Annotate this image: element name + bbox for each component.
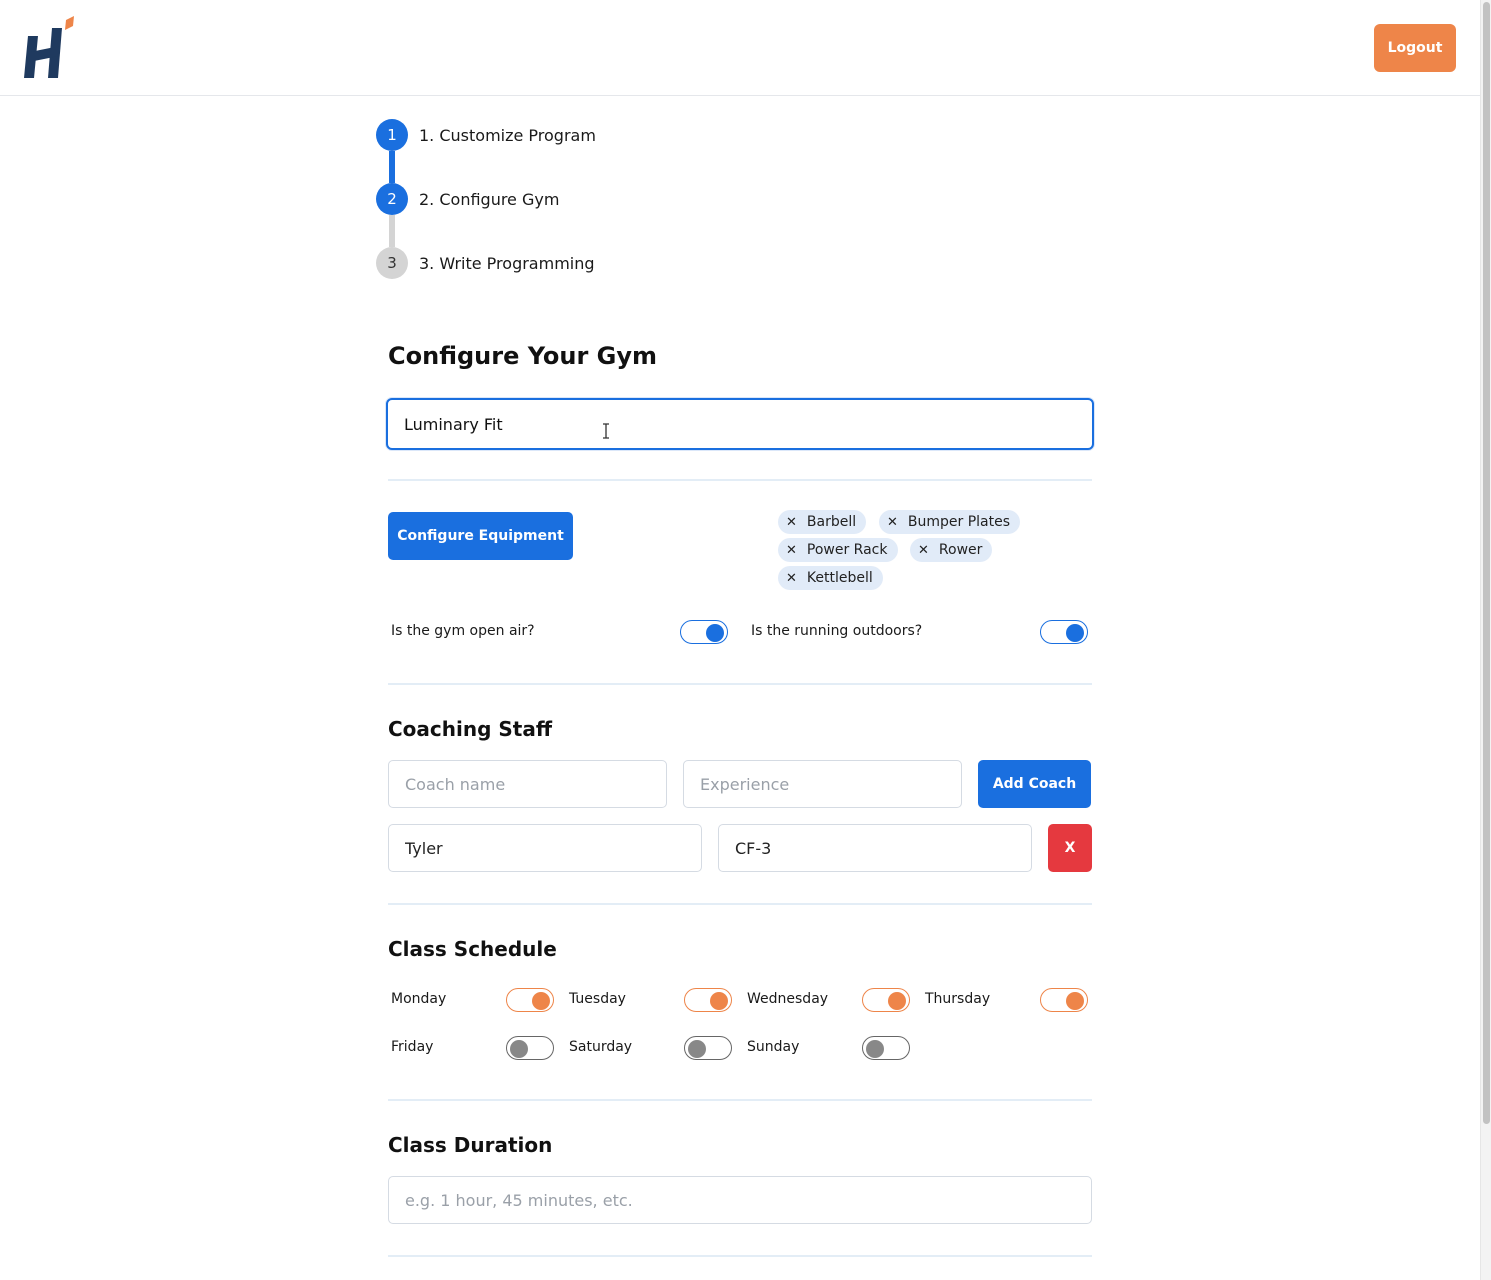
- equipment-chip: ✕ Kettlebell: [778, 566, 883, 590]
- step-label: 2. Configure Gym: [419, 189, 560, 209]
- equipment-chip: ✕ Rower: [910, 538, 993, 562]
- step-number-badge: 1: [376, 119, 408, 151]
- section-divider: [388, 479, 1092, 481]
- monday-toggle[interactable]: [506, 988, 554, 1012]
- configure-equipment-button[interactable]: Configure Equipment: [388, 512, 573, 560]
- day-label-saturday: Saturday: [569, 1039, 633, 1055]
- class-duration-input[interactable]: [389, 1177, 1091, 1223]
- sunday-toggle[interactable]: [862, 1036, 910, 1060]
- coaching-staff-heading: Coaching Staff: [388, 717, 553, 741]
- gym-name-field[interactable]: [386, 398, 1094, 450]
- day-label-wednesday: Wednesday: [747, 991, 829, 1007]
- scrollbar-thumb[interactable]: [1483, 2, 1490, 1124]
- saturday-toggle[interactable]: [684, 1036, 732, 1060]
- chip-label: Power Rack: [806, 542, 888, 558]
- brand-logo-icon[interactable]: [22, 16, 76, 80]
- wednesday-toggle[interactable]: [862, 988, 910, 1012]
- remove-chip-icon[interactable]: ✕: [786, 515, 797, 530]
- toggle-knob: [1066, 624, 1084, 642]
- equipment-chip: ✕ Power Rack: [778, 538, 898, 562]
- remove-chip-icon[interactable]: ✕: [918, 543, 929, 558]
- toggle-knob: [710, 992, 728, 1010]
- top-header: Logout: [0, 0, 1480, 96]
- step-number-badge: 2: [376, 183, 408, 215]
- step-write-programming[interactable]: 3 3. Write Programming: [376, 247, 595, 279]
- experience-input[interactable]: [684, 761, 961, 807]
- step-label: 3. Write Programming: [419, 253, 595, 273]
- gym-name-input[interactable]: [388, 400, 1092, 448]
- section-divider: [388, 903, 1092, 905]
- remove-coach-button[interactable]: X: [1048, 824, 1092, 872]
- day-label-tuesday: Tuesday: [569, 991, 626, 1007]
- day-label-sunday: Sunday: [747, 1039, 800, 1055]
- step-connector-2: [389, 215, 395, 247]
- step-configure-gym[interactable]: 2 2. Configure Gym: [376, 183, 559, 215]
- coach-row-experience-input[interactable]: [719, 825, 1031, 871]
- equipment-chip: ✕ Bumper Plates: [879, 510, 1021, 534]
- toggle-knob: [510, 1040, 528, 1058]
- open-air-label: Is the gym open air?: [391, 623, 535, 639]
- step-label: 1. Customize Program: [419, 125, 596, 145]
- class-duration-heading: Class Duration: [388, 1133, 553, 1157]
- chip-label: Bumper Plates: [907, 514, 1011, 530]
- coach-row-experience-field[interactable]: [718, 824, 1032, 872]
- remove-chip-icon[interactable]: ✕: [786, 543, 797, 558]
- add-coach-button[interactable]: Add Coach: [978, 760, 1091, 808]
- section-divider: [388, 1255, 1092, 1257]
- tuesday-toggle[interactable]: [684, 988, 732, 1012]
- step-customize-program[interactable]: 1 1. Customize Program: [376, 119, 596, 151]
- step-connector-1: [389, 151, 395, 183]
- coach-row-name-field[interactable]: [388, 824, 702, 872]
- thursday-toggle[interactable]: [1040, 988, 1088, 1012]
- friday-toggle[interactable]: [506, 1036, 554, 1060]
- day-label-thursday: Thursday: [925, 991, 991, 1007]
- open-air-toggle[interactable]: [680, 620, 728, 644]
- text-cursor-icon: [603, 423, 609, 439]
- page-scrollbar[interactable]: [1480, 0, 1491, 1280]
- chip-label: Kettlebell: [806, 570, 873, 586]
- coach-name-input[interactable]: [389, 761, 666, 807]
- chip-label: Rower: [938, 542, 983, 558]
- running-outdoors-label: Is the running outdoors?: [751, 623, 923, 639]
- toggle-knob: [888, 992, 906, 1010]
- toggle-knob: [706, 624, 724, 642]
- toggle-knob: [866, 1040, 884, 1058]
- toggle-knob: [532, 992, 550, 1010]
- class-duration-field[interactable]: [388, 1176, 1092, 1224]
- day-label-monday: Monday: [391, 991, 447, 1007]
- remove-chip-icon[interactable]: ✕: [887, 515, 898, 530]
- section-divider: [388, 683, 1092, 685]
- equipment-chip: ✕ Barbell: [778, 510, 867, 534]
- section-divider: [388, 1099, 1092, 1101]
- running-outdoors-toggle[interactable]: [1040, 620, 1088, 644]
- toggle-knob: [688, 1040, 706, 1058]
- remove-chip-icon[interactable]: ✕: [786, 571, 797, 586]
- coach-name-field[interactable]: [388, 760, 667, 808]
- experience-field[interactable]: [683, 760, 962, 808]
- day-label-friday: Friday: [391, 1039, 434, 1055]
- chip-label: Barbell: [806, 514, 857, 530]
- step-number-badge: 3: [376, 247, 408, 279]
- logout-button[interactable]: Logout: [1374, 24, 1456, 72]
- coach-row-name-input[interactable]: [389, 825, 701, 871]
- page-title: Configure Your Gym: [388, 342, 658, 370]
- toggle-knob: [1066, 992, 1084, 1010]
- class-schedule-heading: Class Schedule: [388, 937, 557, 961]
